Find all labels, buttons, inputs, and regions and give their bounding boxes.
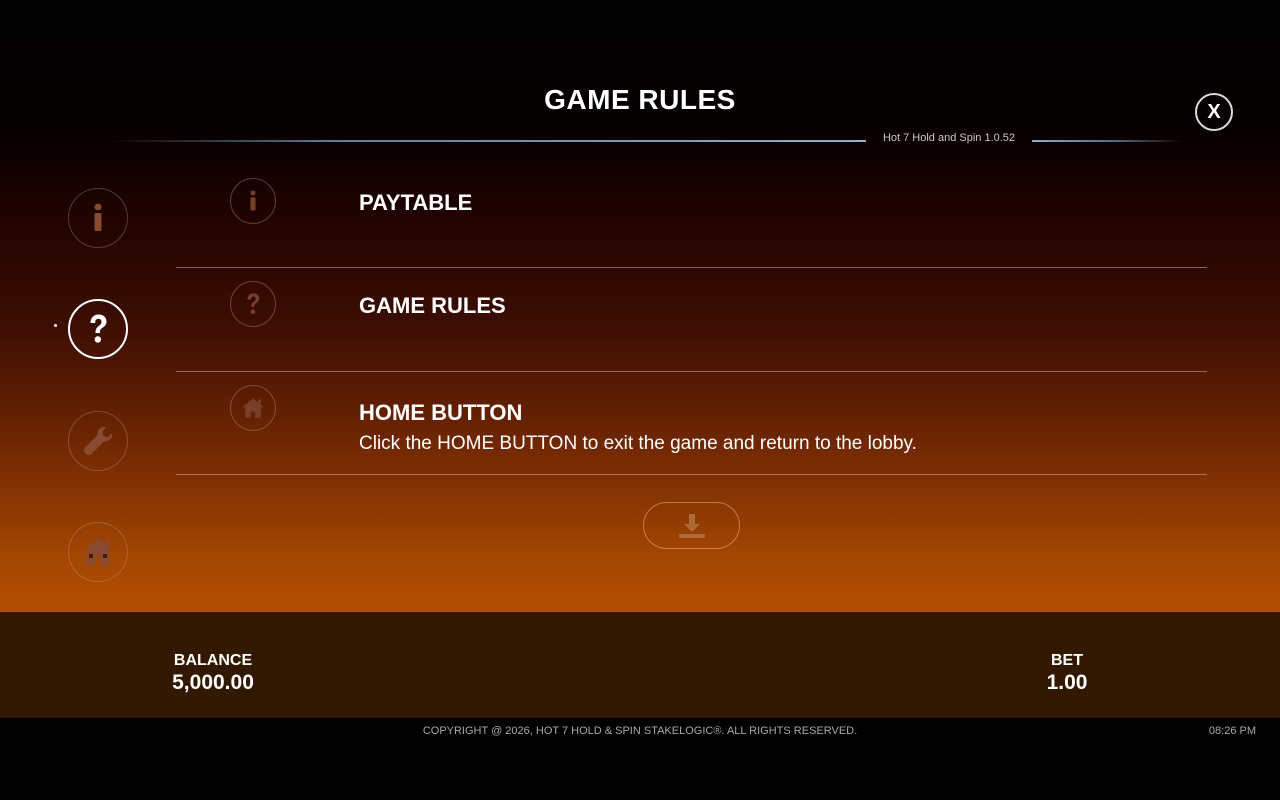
sidebar-item-settings[interactable] [68, 411, 128, 471]
header-divider-left [110, 140, 866, 142]
row-title: PAYTABLE [359, 190, 473, 215]
bet-label: BET [1051, 652, 1083, 669]
row-description: Click the HOME BUTTON to exit the game a… [359, 433, 917, 454]
row-title: HOME BUTTON [359, 400, 523, 425]
info-icon [94, 203, 102, 231]
balance-label: BALANCE [173, 652, 253, 669]
bet-value: 1.00 [1046, 671, 1088, 694]
row-icon-frame [230, 281, 276, 327]
wrench-icon [83, 426, 113, 456]
question-icon [247, 293, 260, 315]
clock: 08:26 PM [1208, 725, 1256, 737]
sidebar-item-info[interactable] [68, 188, 128, 248]
row-icon-frame [230, 385, 276, 431]
game-version: Hot 7 Hold and Spin 1.0.52 [882, 132, 1016, 144]
home-icon [242, 398, 264, 418]
copyright-text: COPYRIGHT @ 2026, HOT 7 HOLD & SPIN STAK… [422, 725, 858, 737]
list-item-paytable[interactable]: PAYTABLE [176, 164, 1207, 268]
active-indicator [54, 324, 57, 327]
row-icon-frame [230, 178, 276, 224]
list-item-home-button[interactable]: HOME BUTTON Click the HOME BUTTON to exi… [176, 371, 1207, 475]
home-icon [83, 538, 113, 566]
balance-value: 5,000.00 [172, 671, 254, 694]
bet-display: BET 1.00 [1017, 650, 1117, 694]
info-icon [250, 190, 256, 211]
download-icon [678, 513, 705, 538]
download-button[interactable] [643, 502, 740, 549]
sidebar-item-home[interactable] [68, 522, 128, 582]
sidebar-item-game-rules[interactable] [68, 299, 128, 359]
close-button[interactable]: X [1195, 93, 1233, 131]
page-title: GAME RULES [544, 84, 736, 115]
list-item-game-rules[interactable]: GAME RULES [176, 268, 1207, 372]
balance-display: BALANCE 5,000.00 [143, 650, 283, 694]
row-title: GAME RULES [359, 293, 506, 318]
question-icon [90, 314, 107, 343]
header-divider-right [1032, 140, 1182, 142]
